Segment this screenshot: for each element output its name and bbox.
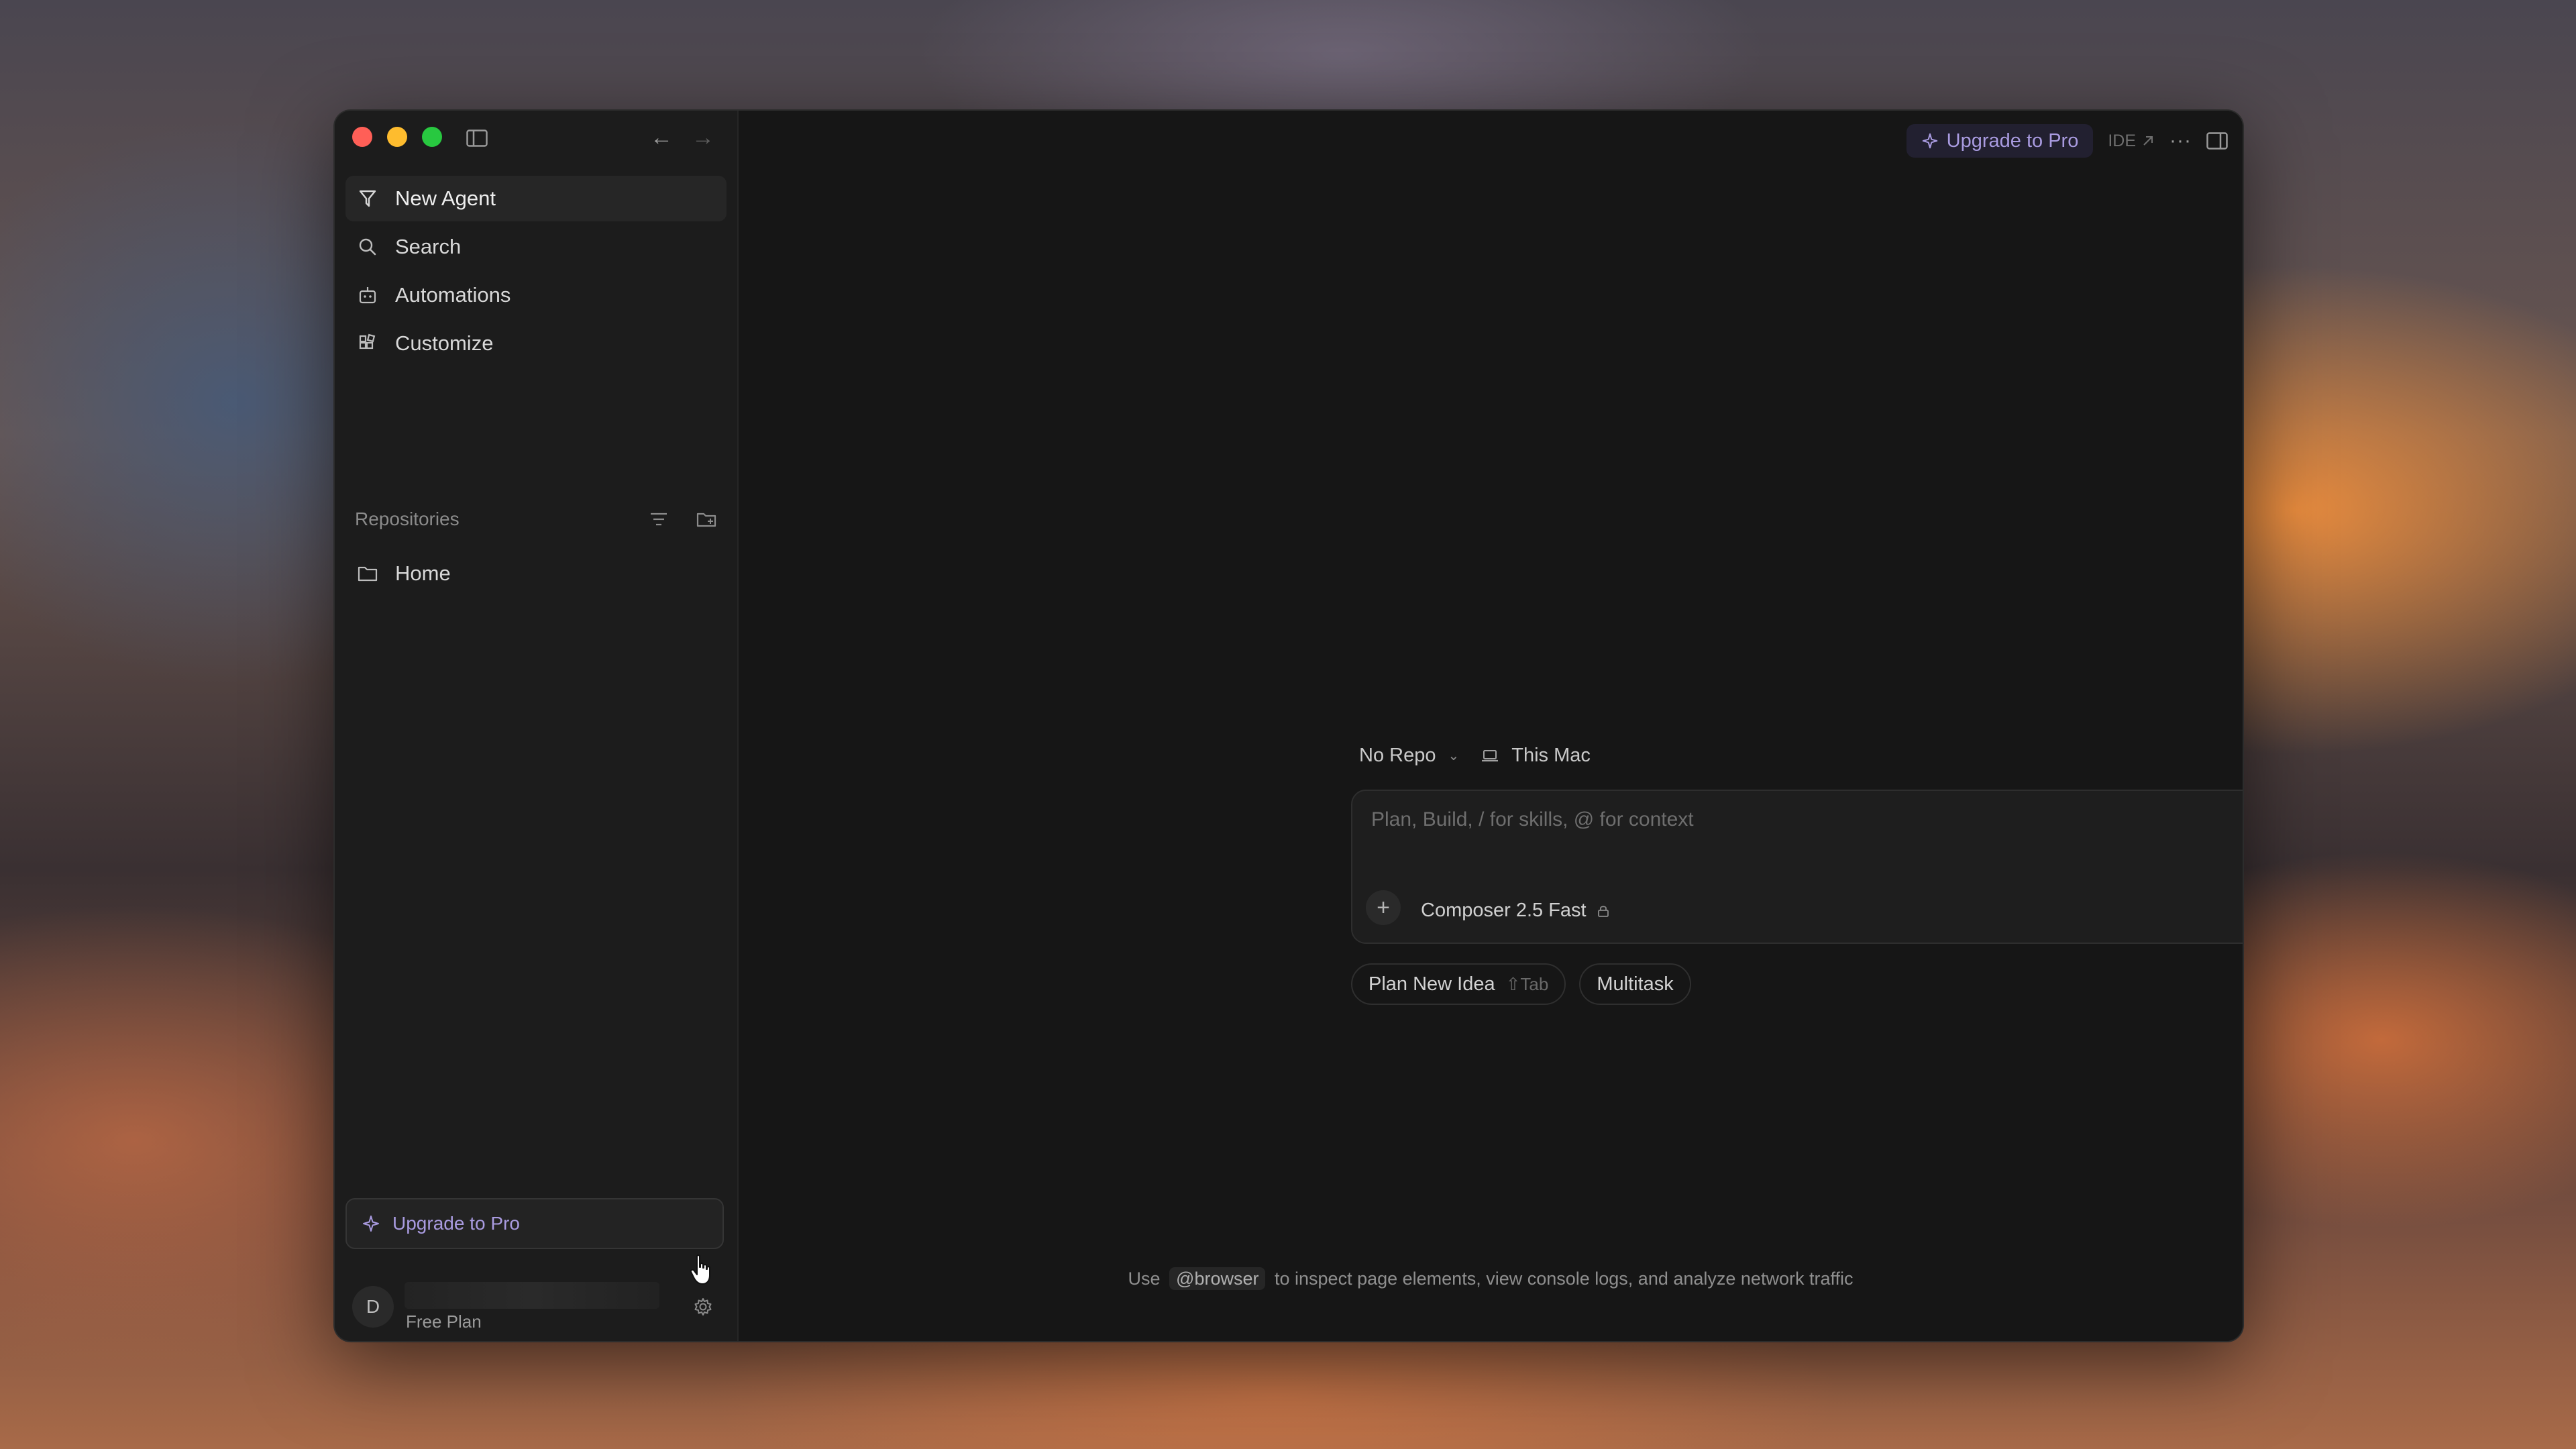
- sidebar-menu: New Agent Search Automations Customize: [345, 176, 727, 369]
- laptop-icon: [1481, 748, 1499, 764]
- plan-label: Free Plan: [406, 1311, 482, 1332]
- sidebar-toggle-icon[interactable]: [466, 129, 488, 147]
- more-options-button[interactable]: ···: [2169, 129, 2192, 152]
- new-agent-icon: [356, 187, 379, 210]
- gear-icon[interactable]: [693, 1297, 713, 1317]
- repositories-header: Repositories: [355, 508, 717, 530]
- upgrade-label: Upgrade to Pro: [392, 1213, 520, 1234]
- sidebar: ← → New Agent Search Automations Customi…: [335, 111, 739, 1341]
- sidebar-item-label: Automations: [395, 283, 511, 307]
- forward-arrow-icon[interactable]: →: [692, 125, 714, 150]
- external-link-icon: [2143, 136, 2153, 146]
- sidebar-item-search[interactable]: Search: [345, 224, 727, 270]
- automations-icon: [356, 284, 379, 307]
- avatar[interactable]: D: [352, 1286, 394, 1328]
- top-right-toolbar: Upgrade to Pro IDE ···: [1906, 124, 2228, 158]
- search-icon: [356, 235, 379, 258]
- sidebar-item-label: New Agent: [395, 186, 496, 210]
- suggestion-chips: Plan New Idea ⇧Tab Multitask: [1351, 963, 1691, 1005]
- repository-label: Home: [395, 561, 451, 585]
- tip-suffix: to inspect page elements, view console l…: [1275, 1269, 1854, 1289]
- repositories-title: Repositories: [355, 508, 460, 529]
- main-panel: Upgrade to Pro IDE ··· No Repo ⌄ This Ma…: [739, 111, 2243, 1341]
- prompt-input[interactable]: Plan, Build, / for skills, @ for context: [1371, 808, 1694, 831]
- customize-icon: [356, 332, 379, 355]
- sidebar-item-automations[interactable]: Automations: [345, 272, 727, 318]
- open-ide-button[interactable]: IDE: [2108, 131, 2155, 151]
- close-window-button[interactable]: [352, 127, 372, 147]
- new-folder-icon[interactable]: [696, 510, 717, 529]
- plus-icon: +: [1377, 894, 1390, 920]
- back-arrow-icon[interactable]: ←: [650, 125, 673, 150]
- chip-label: Multitask: [1597, 973, 1674, 995]
- machine-selector[interactable]: This Mac: [1511, 745, 1591, 767]
- sidebar-item-new-agent[interactable]: New Agent: [345, 176, 727, 221]
- ide-label: IDE: [2108, 131, 2137, 150]
- multitask-chip[interactable]: Multitask: [1579, 963, 1691, 1005]
- sparkle-icon: [1921, 132, 1939, 150]
- right-panel-toggle-icon[interactable]: [2206, 132, 2228, 150]
- plan-new-idea-chip[interactable]: Plan New Idea ⇧Tab: [1351, 963, 1566, 1005]
- repository-item-home[interactable]: Home: [345, 551, 737, 596]
- folder-icon: [356, 562, 379, 585]
- footer-tip: Use @browser to inspect page elements, v…: [739, 1267, 2243, 1290]
- chip-label: Plan New Idea: [1368, 973, 1495, 995]
- shortcut-hint: ⇧Tab: [1505, 973, 1549, 994]
- tip-code: @browser: [1169, 1267, 1266, 1290]
- tip-prefix: Use: [1128, 1269, 1161, 1289]
- context-selector-row: No Repo ⌄ This Mac: [1359, 745, 1591, 767]
- model-label: Composer 2.5 Fast: [1421, 900, 1587, 921]
- filter-icon[interactable]: [649, 511, 669, 527]
- user-account-row[interactable]: D Free Plan: [352, 1282, 728, 1333]
- upgrade-label: Upgrade to Pro: [1946, 129, 2079, 152]
- sidebar-item-label: Customize: [395, 331, 494, 355]
- upgrade-to-pro-button[interactable]: Upgrade to Pro: [1906, 124, 2094, 158]
- lock-icon: [1597, 905, 1609, 917]
- chevron-down-icon[interactable]: ⌄: [1448, 747, 1459, 764]
- sidebar-item-label: Search: [395, 235, 462, 258]
- sparkle-icon: [362, 1214, 380, 1233]
- app-window: ← → New Agent Search Automations Customi…: [333, 109, 2244, 1342]
- history-navigation: ← →: [650, 125, 714, 150]
- repo-selector[interactable]: No Repo: [1359, 745, 1436, 767]
- window-controls: [352, 127, 442, 147]
- sidebar-item-customize[interactable]: Customize: [345, 321, 727, 366]
- minimize-window-button[interactable]: [387, 127, 407, 147]
- add-attachment-button[interactable]: +: [1366, 890, 1401, 925]
- model-selector[interactable]: Composer 2.5 Fast: [1421, 900, 1611, 922]
- prompt-input-box[interactable]: Plan, Build, / for skills, @ for context…: [1351, 790, 2243, 944]
- sidebar-upgrade-button[interactable]: Upgrade to Pro: [345, 1198, 724, 1249]
- hand-cursor-icon: [690, 1254, 710, 1285]
- user-name-redacted: [405, 1282, 659, 1309]
- zoom-window-button[interactable]: [422, 127, 442, 147]
